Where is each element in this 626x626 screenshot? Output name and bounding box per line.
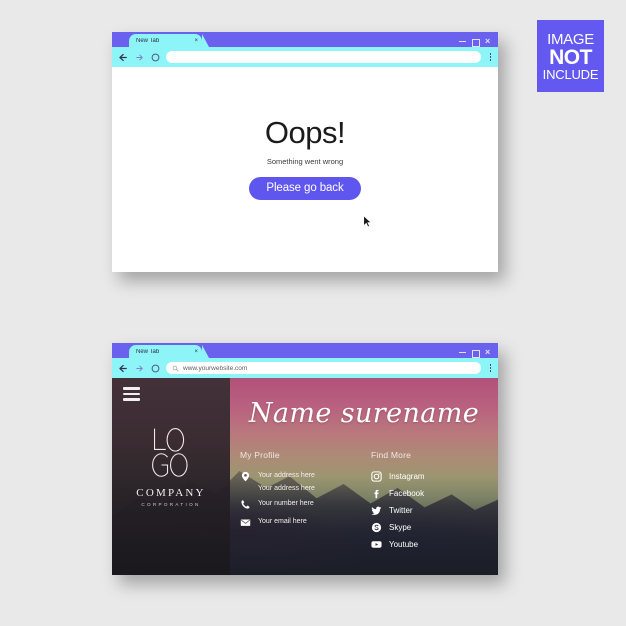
browser-window-site: New Tab × × www.yourwebsite.com COMPANY …	[112, 343, 498, 575]
company-name: COMPANY	[136, 486, 206, 499]
url-bar-site[interactable]: www.yourwebsite.com	[166, 362, 481, 374]
tab-close-icon[interactable]: ×	[194, 38, 198, 44]
tab-label: New Tab	[136, 37, 160, 44]
back-arrow-icon[interactable]	[118, 363, 129, 374]
social-label-youtube: Youtube	[389, 540, 419, 549]
titlebar-error: New Tab × ×	[112, 32, 498, 47]
window-controls-site: ×	[459, 348, 492, 358]
find-more-heading: Find More	[371, 450, 412, 460]
site-page-content: COMPANY CORPORATION Name surename My Pro…	[112, 378, 498, 575]
social-row-skype[interactable]: Skype	[371, 522, 484, 533]
close-icon[interactable]: ×	[485, 37, 492, 46]
image-not-included-badge: IMAGE NOT INCLUDE	[537, 20, 604, 92]
logo-block: COMPANY CORPORATION	[136, 426, 205, 507]
error-subtitle: Something went wrong	[266, 157, 344, 166]
badge-line-2: NOT	[549, 45, 592, 69]
minimize-icon[interactable]	[459, 38, 466, 45]
reload-icon[interactable]	[150, 363, 161, 374]
mouse-pointer-icon	[363, 215, 372, 228]
find-more-column: Find More Instagram Facebook Twitter Sky…	[371, 450, 484, 556]
maximize-icon[interactable]	[472, 38, 480, 47]
social-label-instagram: Instagram	[389, 472, 425, 481]
site-main: Name surename My Profile Your address he…	[230, 378, 498, 575]
url-text: www.yourwebsite.com	[183, 364, 248, 372]
profile-address-line-2: Your address here	[258, 485, 315, 492]
profile-phone-label: Your number here	[258, 500, 314, 507]
social-row-instagram[interactable]: Instagram	[371, 471, 484, 482]
kebab-menu-icon[interactable]	[486, 50, 495, 64]
error-heading: Oops!	[264, 115, 346, 150]
back-arrow-icon[interactable]	[118, 52, 129, 63]
url-bar-error[interactable]	[166, 51, 481, 63]
social-row-twitter[interactable]: Twitter	[371, 505, 484, 516]
browser-window-error: New Tab × × Oops! Something went wrong P…	[112, 32, 498, 272]
window-controls-error: ×	[459, 37, 492, 47]
social-row-youtube[interactable]: Youtube	[371, 539, 484, 550]
hamburger-menu-icon[interactable]	[123, 387, 140, 401]
logo-monogram-icon	[152, 427, 188, 477]
my-profile-column: My Profile Your address here Your addres…	[240, 450, 353, 556]
company-subtitle: CORPORATION	[141, 501, 201, 507]
phone-icon	[241, 500, 250, 509]
forward-arrow-icon[interactable]	[134, 363, 145, 374]
profile-row-phone: Your number here	[240, 499, 353, 510]
tab-label: New Tab	[136, 348, 160, 355]
toolbar-error	[112, 47, 498, 67]
social-label-facebook: Facebook	[389, 489, 425, 498]
close-icon[interactable]: ×	[485, 348, 492, 357]
badge-line-1: IMAGE	[547, 30, 594, 48]
forward-arrow-icon[interactable]	[134, 52, 145, 63]
envelope-icon	[240, 519, 251, 526]
my-profile-heading: My Profile	[240, 450, 280, 460]
please-go-back-button[interactable]: Please go back	[249, 177, 361, 200]
minimize-icon[interactable]	[459, 349, 466, 356]
social-label-twitter: Twitter	[389, 506, 413, 515]
profile-row-address: Your address here	[240, 471, 353, 482]
kebab-menu-icon[interactable]	[486, 361, 495, 375]
tab-new-tab-error[interactable]: New Tab ×	[129, 34, 209, 47]
reload-icon[interactable]	[150, 52, 161, 63]
profile-email-label: Your email here	[258, 518, 307, 525]
instagram-icon	[371, 471, 382, 482]
youtube-icon	[371, 541, 382, 548]
tab-new-tab-site[interactable]: New Tab ×	[129, 345, 209, 358]
tab-close-icon[interactable]: ×	[194, 349, 198, 355]
skype-icon	[371, 522, 382, 533]
facebook-icon	[374, 489, 379, 499]
info-columns: My Profile Your address here Your addres…	[230, 450, 498, 556]
social-label-skype: Skype	[389, 523, 412, 532]
titlebar-site: New Tab × ×	[112, 343, 498, 358]
profile-address-line-1: Your address here	[258, 472, 315, 479]
search-icon	[172, 365, 179, 371]
error-page-content: Oops! Something went wrong Please go bac…	[112, 67, 498, 272]
profile-row-email: Your email here	[240, 517, 353, 528]
badge-line-3: INCLUDE	[542, 66, 599, 82]
maximize-icon[interactable]	[472, 349, 480, 358]
site-sidebar: COMPANY CORPORATION	[112, 378, 230, 575]
toolbar-site: www.yourwebsite.com	[112, 358, 498, 378]
social-row-facebook[interactable]: Facebook	[371, 488, 484, 499]
location-pin-icon	[241, 471, 250, 482]
hero-title: Name surename	[248, 398, 480, 429]
twitter-icon	[371, 506, 382, 515]
